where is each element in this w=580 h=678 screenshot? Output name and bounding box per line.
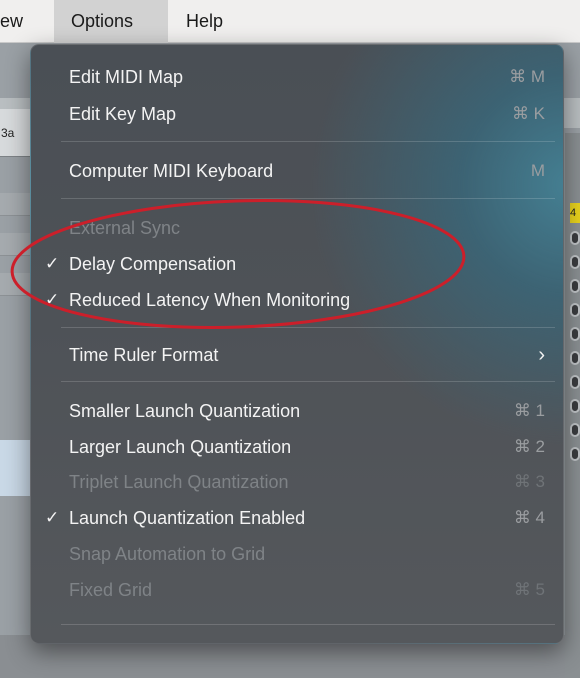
menubar-view[interactable]: ew [0, 0, 23, 43]
clip-slot-icon[interactable] [570, 303, 580, 317]
menu-separator [61, 141, 555, 142]
menu-item-shortcut: ⌘ K [511, 104, 545, 123]
menu-item-shortcut: ⌘ M [509, 67, 545, 86]
clip-slot-icon[interactable] [570, 351, 580, 365]
chevron-right-icon: › [538, 344, 545, 366]
clip-slot-icon[interactable] [570, 279, 580, 293]
menu-separator [61, 624, 555, 625]
background-badge: 4 [570, 203, 580, 223]
clip-slot-icon[interactable] [570, 447, 580, 461]
menu-item-shortcut: ⌘ 3 [513, 472, 545, 491]
menu-item-label: Launch Quantization Enabled [69, 508, 306, 528]
menu-item-label: Fixed Grid [69, 580, 153, 600]
menu-separator [61, 327, 555, 328]
menu-separator [61, 198, 555, 199]
menu-item-label: Edit MIDI Map [69, 67, 184, 87]
menubar-options[interactable]: Options [54, 0, 168, 43]
menu-item-label: Edit Key Map [69, 104, 177, 124]
menu-item-shortcut: ⌘ 5 [513, 580, 545, 599]
menu-item-edit-key-map[interactable]: Edit Key Map ⌘ K [31, 98, 563, 130]
checkmark-icon: ✓ [45, 254, 60, 273]
background-tab[interactable]: 3a [0, 109, 30, 157]
menu-item-label: Larger Launch Quantization [69, 437, 292, 457]
menu-item-label: External Sync [69, 218, 181, 238]
clip-slot-icon[interactable] [570, 375, 580, 389]
background-selected-track [0, 440, 30, 496]
menu-item-label: Time Ruler Format [69, 345, 219, 365]
menu-item-shortcut: ⌘ 2 [513, 437, 545, 456]
clip-slot-icon[interactable] [570, 255, 580, 269]
clip-slot-icon[interactable] [570, 231, 580, 245]
menu-item-label: Delay Compensation [69, 254, 237, 274]
menu-item-smaller-launch-quantization[interactable]: Smaller Launch Quantization ⌘ 1 [31, 395, 563, 427]
menu-item-shortcut: M [530, 161, 545, 180]
background-track-row [0, 233, 30, 256]
background-track-row [0, 193, 30, 216]
menu-bar: ew Options Help [0, 0, 580, 43]
menu-item-launch-quantization-enabled[interactable]: ✓ Launch Quantization Enabled ⌘ 4 [31, 502, 563, 534]
clip-slot-icon[interactable] [570, 399, 580, 413]
menu-item-external-sync: External Sync [31, 212, 563, 244]
menubar-help[interactable]: Help [186, 0, 223, 43]
options-menu: Edit MIDI Map ⌘ M Edit Key Map ⌘ K Compu… [30, 44, 564, 644]
clip-slot-icon[interactable] [570, 423, 580, 437]
clip-slot-icon[interactable] [570, 327, 580, 341]
menu-item-reduced-latency[interactable]: ✓ Reduced Latency When Monitoring [31, 284, 563, 316]
menu-item-fixed-grid: Fixed Grid ⌘ 5 [31, 574, 563, 606]
menu-item-edit-midi-map[interactable]: Edit MIDI Map ⌘ M [31, 61, 563, 93]
menu-item-label: Reduced Latency When Monitoring [69, 290, 351, 310]
menu-item-label: Snap Automation to Grid [69, 544, 266, 564]
menu-item-time-ruler-format[interactable]: Time Ruler Format › [31, 339, 563, 371]
menu-item-shortcut: ⌘ 1 [513, 401, 545, 420]
menu-item-shortcut: ⌘ 4 [513, 508, 545, 527]
checkmark-icon: ✓ [45, 508, 60, 527]
menu-item-snap-automation-to-grid: Snap Automation to Grid [31, 538, 563, 570]
checkmark-icon: ✓ [45, 290, 60, 309]
menu-item-triplet-launch-quantization: Triplet Launch Quantization ⌘ 3 [31, 466, 563, 498]
menu-item-label: Triplet Launch Quantization [69, 472, 289, 492]
menu-item-computer-midi-keyboard[interactable]: Computer MIDI Keyboard M [31, 155, 563, 187]
menu-item-delay-compensation[interactable]: ✓ Delay Compensation [31, 248, 563, 280]
menu-item-label: Smaller Launch Quantization [69, 401, 301, 421]
background-track-row [0, 273, 30, 296]
menu-item-larger-launch-quantization[interactable]: Larger Launch Quantization ⌘ 2 [31, 431, 563, 463]
menu-separator [61, 381, 555, 382]
menu-item-label: Computer MIDI Keyboard [69, 161, 274, 181]
